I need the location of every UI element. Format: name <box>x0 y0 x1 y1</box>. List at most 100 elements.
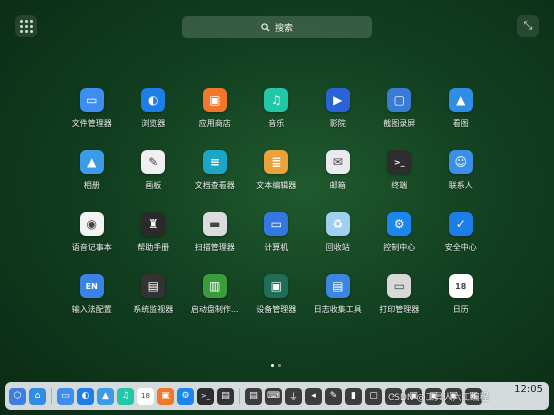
app-label: 文本编辑器 <box>256 181 297 190</box>
search-label: 搜索 <box>274 23 293 34</box>
app-device-manager[interactable]: ▣ 设备管理器 <box>246 274 308 336</box>
app-image-viewer[interactable]: ▲ 看图 <box>430 88 492 150</box>
app-scanner[interactable]: ▬ 扫描管理器 <box>184 212 246 274</box>
computer-icon: ▭ <box>264 212 289 236</box>
app-document-viewer[interactable]: ≡ 文档查看器 <box>184 150 246 212</box>
browser-icon[interactable]: ◐ <box>77 387 94 405</box>
app-voice-notes[interactable]: ◉ 语音记事本 <box>61 212 123 274</box>
launcher-icon[interactable]: ⬡ <box>9 387 26 405</box>
app-label: 相册 <box>83 181 100 190</box>
browser-icon: ◐ <box>141 88 166 112</box>
app-movie[interactable]: ▶ 影院 <box>307 88 369 150</box>
app-label: 音乐 <box>268 119 285 128</box>
app-palette[interactable]: ✎ 画板 <box>123 150 185 212</box>
app-label: 联系人 <box>448 181 473 190</box>
clock[interactable]: 12:05 <box>514 385 543 395</box>
app-folder[interactable]: ▭ 文件管理器 <box>61 88 123 150</box>
app-label: 语音记事本 <box>71 243 112 252</box>
photo-album-icon[interactable]: ▲ <box>97 387 114 405</box>
calendar-icon[interactable]: 18 <box>137 387 154 405</box>
app-security-center[interactable]: ✓ 安全中心 <box>430 212 492 274</box>
grid-icon <box>19 19 33 33</box>
app-control-center[interactable]: ⚙ 控制中心 <box>369 212 431 274</box>
battery-icon[interactable]: ▮ <box>345 387 362 405</box>
photo-album-icon: ▲ <box>79 150 104 174</box>
app-trash[interactable]: ♻ 回收站 <box>307 212 369 274</box>
audio-icon[interactable]: ◂ <box>305 387 322 405</box>
boot-maker-icon: ▥ <box>202 274 227 298</box>
app-label: 设备管理器 <box>256 305 297 314</box>
folder-icon: ▭ <box>79 88 104 112</box>
page-indicator <box>271 364 281 367</box>
app-boot-maker[interactable]: ▥ 启动盘制作... <box>184 274 246 336</box>
page-dot-2[interactable] <box>278 364 281 367</box>
control-center-icon: ⚙ <box>387 212 412 236</box>
voice-notes-icon: ◉ <box>79 212 104 236</box>
app-computer[interactable]: ▭ 计算机 <box>246 212 308 274</box>
app-help-manual[interactable]: ♜ 帮助手册 <box>123 212 185 274</box>
app-terminal[interactable]: >_ 终端 <box>369 150 431 212</box>
app-label: 画板 <box>145 181 162 190</box>
store-icon[interactable]: ▣ <box>157 387 174 405</box>
input-method-icon: EN <box>79 274 104 298</box>
pen-icon[interactable]: ✎ <box>325 387 342 405</box>
app-printer[interactable]: ▭ 打印管理器 <box>369 274 431 336</box>
palette-icon: ✎ <box>141 150 166 174</box>
app-label: 终端 <box>391 181 408 190</box>
app-label: 扫描管理器 <box>194 243 235 252</box>
trash-icon: ♻ <box>325 212 350 236</box>
usb-icon[interactable]: ⏚ <box>285 387 302 405</box>
log-collector-icon: ▤ <box>325 274 350 298</box>
image-viewer-icon: ▲ <box>448 88 473 112</box>
disk-icon[interactable]: ▤ <box>245 387 262 405</box>
search-box[interactable]: 搜索 <box>182 16 372 38</box>
text-editor-icon: ≣ <box>264 150 289 174</box>
control-center-icon[interactable]: ⚙ <box>177 387 194 405</box>
app-label: 帮助手册 <box>137 243 170 252</box>
app-label: 浏览器 <box>141 119 166 128</box>
file-manager-icon[interactable]: ▭ <box>57 387 74 405</box>
app-label: 截图录屏 <box>383 119 416 128</box>
app-system-monitor[interactable]: ▤ 系统监视器 <box>123 274 185 336</box>
dock-separator <box>239 388 240 404</box>
app-label: 输入法配置 <box>71 305 112 314</box>
app-music[interactable]: ♫ 音乐 <box>246 88 308 150</box>
screenshot-icon: ▢ <box>387 88 412 112</box>
page-dot-1[interactable] <box>271 364 274 367</box>
app-label: 打印管理器 <box>379 305 420 314</box>
app-calendar[interactable]: 18 日历 <box>430 274 492 336</box>
scanner-icon: ▬ <box>202 212 227 236</box>
terminal-icon[interactable]: >_ <box>197 387 214 405</box>
document-viewer-icon: ≡ <box>202 150 227 174</box>
app-label: 安全中心 <box>444 243 477 252</box>
app-contacts[interactable]: ☺ 联系人 <box>430 150 492 212</box>
app-input-method[interactable]: EN 输入法配置 <box>61 274 123 336</box>
music-icon[interactable]: ♫ <box>117 387 134 405</box>
app-label: 邮箱 <box>329 181 346 190</box>
window-mode-button[interactable]: ⤡ <box>517 15 539 37</box>
security-center-icon: ✓ <box>448 212 473 236</box>
app-screenshot[interactable]: ▢ 截图录屏 <box>369 88 431 150</box>
notification-icon[interactable]: ▢ <box>365 387 382 405</box>
app-browser[interactable]: ◐ 浏览器 <box>123 88 185 150</box>
app-label: 系统监视器 <box>133 305 174 314</box>
app-label: 日志收集工具 <box>313 305 362 314</box>
app-label: 计算机 <box>264 243 289 252</box>
system-monitor-icon[interactable]: ▤ <box>217 387 234 405</box>
app-label: 文档查看器 <box>194 181 235 190</box>
music-icon: ♫ <box>264 88 289 112</box>
app-text-editor[interactable]: ≣ 文本编辑器 <box>246 150 308 212</box>
app-mail[interactable]: ✉ 邮箱 <box>307 150 369 212</box>
search-icon <box>261 22 270 32</box>
device-manager-icon: ▣ <box>264 274 289 298</box>
fullscreen-toggle-button[interactable] <box>15 15 37 37</box>
app-grid: ▭ 文件管理器 ◐ 浏览器 ▣ 应用商店 ♫ 音乐 ▶ 影院 ▢ 截图录屏 ▲ 看图 ▲ 相册 ✎ 画板 ≡ 文档查看… <box>61 88 492 336</box>
watermark: CSDN @工具人六工编程 <box>388 393 489 403</box>
app-store[interactable]: ▣ 应用商店 <box>184 88 246 150</box>
app-log-collector[interactable]: ▤ 日志收集工具 <box>307 274 369 336</box>
keyboard-icon[interactable]: ⌨ <box>265 387 282 405</box>
store-icon: ▣ <box>202 88 227 112</box>
desktop-icon[interactable]: ⌂ <box>29 387 46 405</box>
calendar-icon: 18 <box>448 274 473 298</box>
app-photo-album[interactable]: ▲ 相册 <box>61 150 123 212</box>
